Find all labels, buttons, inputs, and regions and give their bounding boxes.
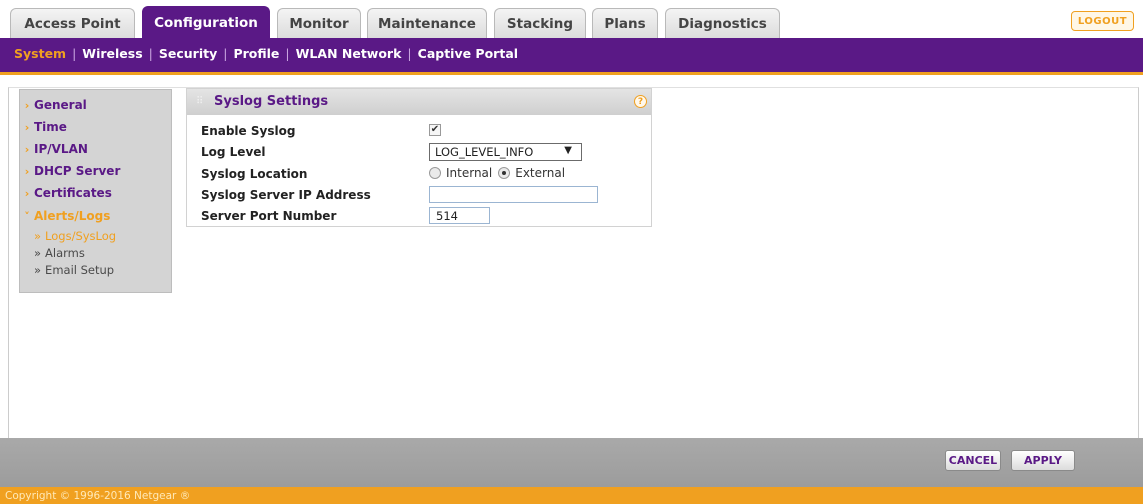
subnav-system[interactable]: System [14, 46, 66, 61]
submenu-item-email-setup[interactable]: » Email Setup [34, 263, 114, 277]
enable-syslog-checkbox[interactable]: ✔ [429, 124, 441, 136]
subnav-captive-portal[interactable]: Captive Portal [418, 46, 518, 61]
logout-button[interactable]: LOGOUT [1071, 11, 1134, 31]
panel-title: Syslog Settings [214, 94, 329, 109]
subnav-wlan-network[interactable]: WLAN Network [296, 46, 402, 61]
menu-item-dhcp-server[interactable]: › DHCP Server [20, 162, 173, 180]
menu-item-label: Certificates [34, 186, 112, 200]
menu-item-time[interactable]: › Time [20, 118, 173, 136]
server-ip-input[interactable] [429, 186, 598, 203]
subnav-divider: | [285, 46, 290, 61]
cancel-button[interactable]: CANCEL [945, 450, 1001, 471]
sub-nav-bar: System | Wireless | Security | Profile |… [0, 38, 1143, 75]
chevron-down-icon: ˅ [24, 209, 30, 223]
syslog-location-radio-group: Internal External [429, 166, 571, 180]
submenu-item-alarms[interactable]: » Alarms [34, 246, 85, 260]
radio-internal-label: Internal [446, 166, 493, 180]
server-port-input[interactable]: 514 [429, 207, 490, 224]
subnav-divider: | [407, 46, 412, 61]
chevron-right-icon: › [24, 186, 30, 200]
dropdown-arrow-icon: ▼ [564, 145, 572, 156]
tab-diagnostics[interactable]: Diagnostics [665, 8, 780, 38]
main-content: › General › Time › IP/VLAN › DHCP Server… [0, 75, 1143, 438]
menu-item-label: IP/VLAN [34, 142, 88, 156]
log-level-select[interactable]: LOG_LEVEL_INFO ▼ [429, 143, 582, 161]
copyright-footer: Copyright © 1996-2016 Netgear ® [0, 487, 1143, 504]
server-ip-label: Syslog Server IP Address [201, 188, 371, 202]
subnav-divider: | [148, 46, 153, 61]
subnav-wireless[interactable]: Wireless [82, 46, 142, 61]
tab-access-point[interactable]: Access Point [10, 8, 135, 38]
top-tab-bar: Access Point Configuration Monitor Maint… [0, 0, 1143, 38]
log-level-value: LOG_LEVEL_INFO [435, 145, 534, 159]
left-menu: › General › Time › IP/VLAN › DHCP Server… [19, 89, 172, 293]
submenu-item-label: Email Setup [45, 263, 115, 277]
drag-grip-icon: ⠿ [196, 96, 204, 107]
subnav-divider: | [72, 46, 77, 61]
panel-header: ⠿ Syslog Settings ? [187, 89, 651, 115]
subnav-profile[interactable]: Profile [233, 46, 279, 61]
log-level-label: Log Level [201, 145, 266, 159]
menu-item-alerts-logs[interactable]: ˅ Alerts/Logs [20, 207, 173, 225]
menu-item-label: Alerts/Logs [34, 209, 111, 223]
menu-item-label: Time [34, 120, 67, 134]
subnav-security[interactable]: Security [159, 46, 217, 61]
submenu-item-label: Alarms [45, 246, 85, 260]
apply-button[interactable]: APPLY [1011, 450, 1075, 471]
help-icon[interactable]: ? [634, 95, 647, 108]
chevron-right-icon: › [24, 164, 30, 178]
syslog-settings-panel: ⠿ Syslog Settings ? Enable Syslog ✔ Log … [186, 88, 652, 227]
double-chevron-icon: » [34, 229, 42, 243]
submenu-item-logs-syslog[interactable]: » Logs/SysLog [34, 229, 116, 243]
tab-configuration[interactable]: Configuration [142, 6, 270, 38]
tab-plans[interactable]: Plans [592, 8, 658, 38]
radio-external-label: External [515, 166, 566, 180]
double-chevron-icon: » [34, 246, 42, 260]
subnav-divider: | [223, 46, 228, 61]
server-port-label: Server Port Number [201, 209, 337, 223]
enable-syslog-label: Enable Syslog [201, 124, 296, 138]
syslog-location-label: Syslog Location [201, 167, 308, 181]
chevron-right-icon: › [24, 120, 30, 134]
double-chevron-icon: » [34, 263, 42, 277]
menu-item-label: DHCP Server [34, 164, 121, 178]
tab-stacking[interactable]: Stacking [494, 8, 586, 38]
menu-item-ip-vlan[interactable]: › IP/VLAN [20, 140, 173, 158]
tab-maintenance[interactable]: Maintenance [367, 8, 487, 38]
menu-item-general[interactable]: › General [20, 96, 173, 114]
radio-external[interactable] [498, 167, 511, 179]
radio-internal[interactable] [429, 167, 441, 179]
chevron-right-icon: › [24, 142, 30, 156]
tab-monitor[interactable]: Monitor [277, 8, 361, 38]
action-bar: CANCEL APPLY [0, 438, 1143, 487]
chevron-right-icon: › [24, 98, 30, 112]
submenu-item-label: Logs/SysLog [45, 229, 117, 243]
menu-item-certificates[interactable]: › Certificates [20, 184, 173, 202]
menu-item-label: General [34, 98, 87, 112]
